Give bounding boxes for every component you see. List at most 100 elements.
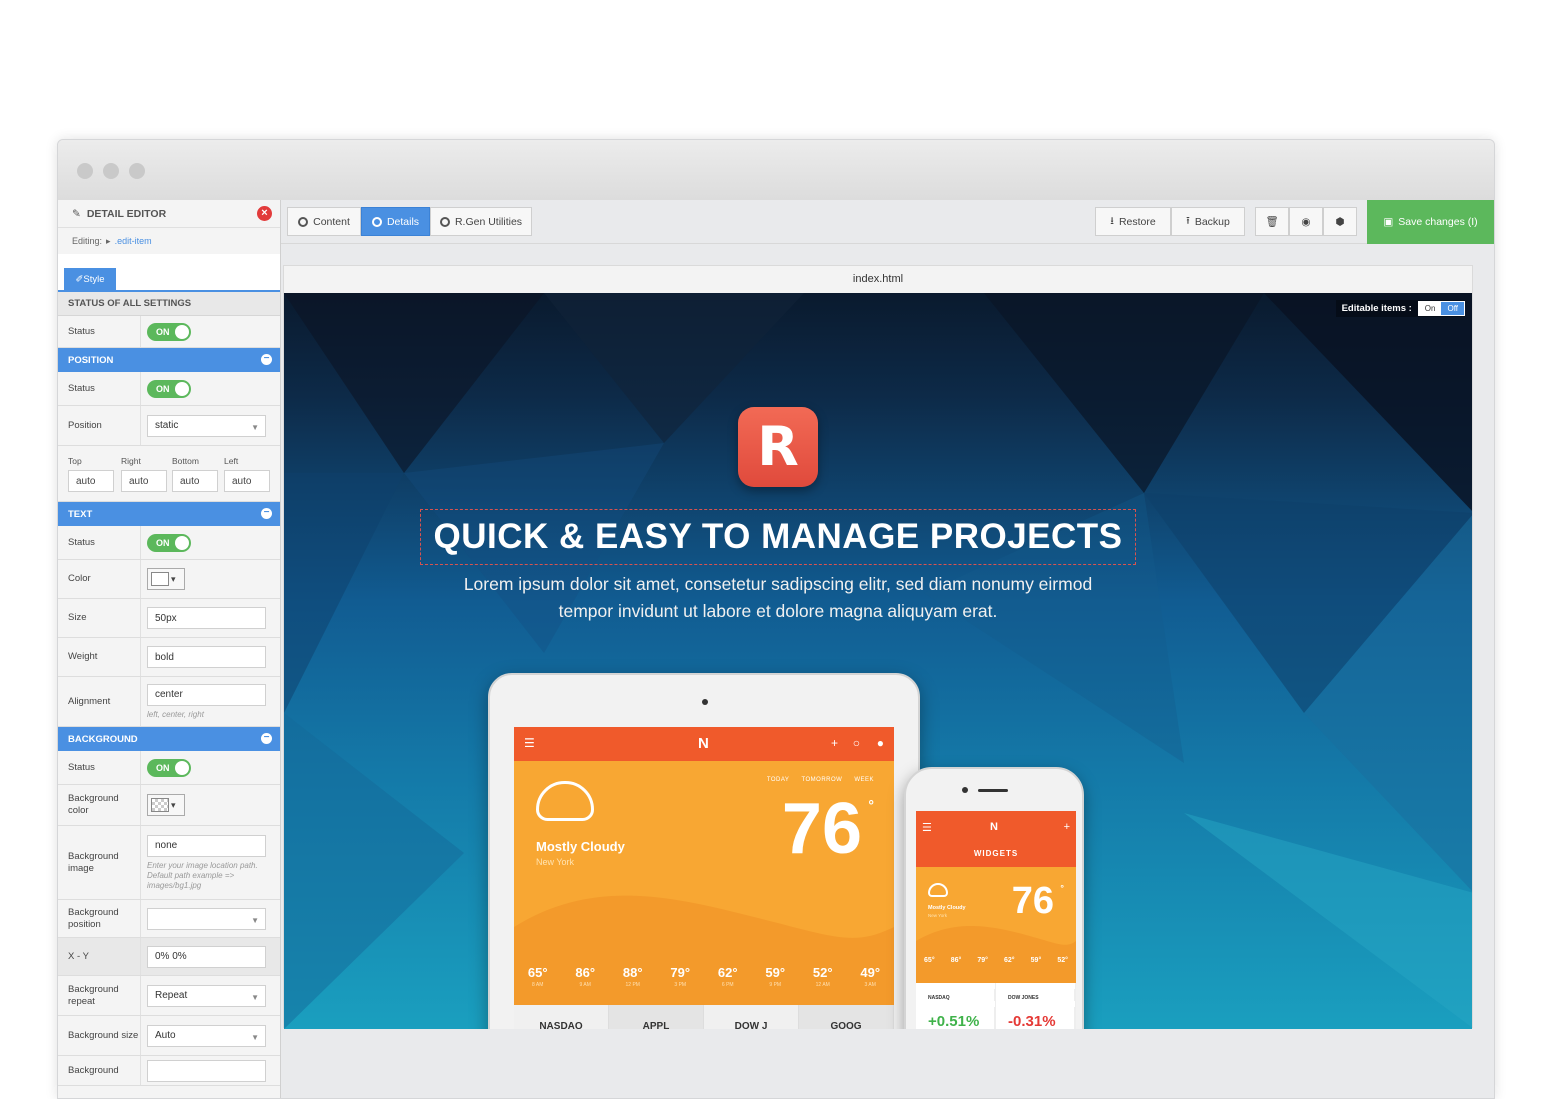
editable-label: Editable items : xyxy=(1341,303,1412,314)
backup-button[interactable]: ⭱ Backup xyxy=(1171,207,1245,236)
chevron-down-icon: ▼ xyxy=(251,992,259,1002)
text-weight-row: Weight bold xyxy=(58,638,280,677)
background-section-header[interactable]: BACKGROUND − xyxy=(58,727,280,751)
bg-color-row: Background color ▾ xyxy=(58,785,280,826)
hour-item: 65° xyxy=(924,957,935,964)
tab-details[interactable]: Details xyxy=(361,207,430,236)
weight-input[interactable]: bold xyxy=(147,646,266,668)
all-status-toggle[interactable]: ON xyxy=(147,322,191,341)
status-label: Status xyxy=(68,761,95,773)
style-tab-bar: ✐ Style xyxy=(58,254,280,292)
bg-xy-row: X - Y 0% 0% xyxy=(58,938,280,976)
chevron-down-icon: ▼ xyxy=(251,422,259,432)
all-settings-header: STATUS OF ALL SETTINGS xyxy=(58,292,280,316)
position-row: Position static ▼ xyxy=(58,406,280,446)
radio-icon xyxy=(371,216,382,227)
bg-size-label: Background size xyxy=(68,1029,139,1041)
bg-position-select[interactable]: ▼ xyxy=(147,907,266,930)
hour-item: 59° 9 PM xyxy=(765,965,786,988)
xy-input[interactable]: 0% 0% xyxy=(147,945,266,968)
window-close-dot[interactable] xyxy=(77,163,93,179)
bg-repeat-select[interactable]: Repeat ▼ xyxy=(147,984,266,1007)
right-label: Right xyxy=(121,456,141,466)
left-input[interactable]: auto xyxy=(224,470,270,492)
hero-section[interactable]: Editable items : On Off R QUICK & EASY T… xyxy=(284,293,1472,1029)
subtitle-line: Lorem ipsum dolor sit amet, consetetur s… xyxy=(463,574,1093,594)
position-section-header[interactable]: POSITION − xyxy=(58,348,280,372)
cube-icon: ⬢ xyxy=(1335,215,1345,228)
color-swatch xyxy=(151,572,169,586)
restore-button[interactable]: ⭳ Restore xyxy=(1095,207,1171,236)
chevron-down-icon: ▼ xyxy=(251,1032,259,1042)
tab-style[interactable]: ✐ Style xyxy=(64,268,116,290)
bg-size-row: Background size Auto ▼ xyxy=(58,1016,280,1056)
hour-item: 62° 6 PM xyxy=(717,965,738,988)
save-label: Save changes (I) xyxy=(1398,216,1478,228)
editable-on-option[interactable]: On xyxy=(1418,302,1442,315)
editable-segmented-control[interactable]: On Off xyxy=(1417,301,1465,316)
collapse-icon[interactable]: − xyxy=(261,508,272,519)
weather-city: New York xyxy=(928,913,948,918)
text-section-header[interactable]: TEXT − xyxy=(58,502,280,526)
cloud-icon xyxy=(536,781,594,821)
collapse-icon[interactable]: − xyxy=(261,733,272,744)
bg-image-input[interactable]: none xyxy=(147,834,266,857)
text-color-picker[interactable]: ▾ xyxy=(147,568,185,590)
xy-label: X - Y xyxy=(68,950,89,962)
close-icon[interactable]: × xyxy=(257,206,272,221)
window-maximize-dot[interactable] xyxy=(129,163,145,179)
hour-item: 59° xyxy=(1030,957,1042,964)
delete-button[interactable]: 🗑 xyxy=(1255,207,1289,236)
text-status-toggle[interactable]: ON xyxy=(147,533,191,552)
stock-appl: APPL xyxy=(609,1005,704,1029)
app-logo-letter: N xyxy=(990,821,998,833)
plus-icon: + xyxy=(830,736,838,750)
bg-position-label: Background position xyxy=(68,906,119,930)
app-logo-letter: N xyxy=(698,735,709,752)
status-label: Status xyxy=(68,382,95,394)
degree-symbol: ° xyxy=(868,797,874,813)
top-label: Top xyxy=(68,456,82,466)
position-select[interactable]: static ▼ xyxy=(147,414,266,437)
floppy-icon: ▣ xyxy=(1383,216,1394,228)
temperature: 76 xyxy=(781,789,862,869)
all-settings-status-row: Status ON xyxy=(58,316,280,348)
section-title: TEXT xyxy=(68,508,93,520)
bg-status-toggle[interactable]: ON xyxy=(147,758,191,777)
bg-color-label: Background color xyxy=(68,793,119,816)
top-input[interactable]: auto xyxy=(68,470,114,492)
transparent-swatch xyxy=(151,798,169,812)
bg-color-picker[interactable]: ▾ xyxy=(147,794,185,816)
window-minimize-dot[interactable] xyxy=(103,163,119,179)
hour-item: 49° 3 AM xyxy=(860,965,881,988)
hero-subtitle[interactable]: Lorem ipsum dolor sit amet, consetetur s… xyxy=(384,571,1172,625)
tab-content[interactable]: Content xyxy=(287,207,361,236)
size-input[interactable]: 50px xyxy=(147,607,266,629)
bg-next-input[interactable] xyxy=(147,1059,266,1082)
preview-button[interactable]: ◉ xyxy=(1289,207,1323,236)
position-status-toggle[interactable]: ON xyxy=(147,379,191,398)
collapse-icon[interactable]: − xyxy=(261,354,272,365)
alignment-input[interactable]: center xyxy=(147,683,266,706)
export-button[interactable]: ⬢ xyxy=(1323,207,1357,236)
left-label: Left xyxy=(224,456,239,466)
text-color-row: Color ▾ xyxy=(58,560,280,599)
backup-label: Backup xyxy=(1194,215,1230,228)
editable-off-option[interactable]: Off xyxy=(1441,302,1464,315)
right-input[interactable]: auto xyxy=(121,470,167,492)
temperature: 76 xyxy=(1011,880,1054,922)
browser-window: Content Details R.Gen Utilities ⭳ Restor… xyxy=(57,139,1495,1099)
caret-down-icon: ▾ xyxy=(171,573,176,584)
weather-app-bar: ☰ N + ○ ● xyxy=(514,727,894,761)
editing-selector[interactable]: .edit-item xyxy=(115,236,152,246)
hour-item: 52° 12 AM xyxy=(812,965,833,988)
position-label: Position xyxy=(68,419,102,431)
bg-size-select[interactable]: Auto ▼ xyxy=(147,1024,266,1047)
bottom-input[interactable]: auto xyxy=(172,470,218,492)
tab-label: Content xyxy=(313,215,350,228)
hour-item: 65° 8 AM xyxy=(527,965,548,988)
tab-rgen-utilities[interactable]: R.Gen Utilities xyxy=(430,207,532,236)
hero-title[interactable]: QUICK & EASY TO MANAGE PROJECTS xyxy=(420,509,1136,565)
tablet-mockup: ☰ N + ○ ● TODAY TOMORROW WEEK Mostly Clo… xyxy=(488,673,920,1029)
save-changes-button[interactable]: ▣ Save changes (I) xyxy=(1367,200,1494,244)
